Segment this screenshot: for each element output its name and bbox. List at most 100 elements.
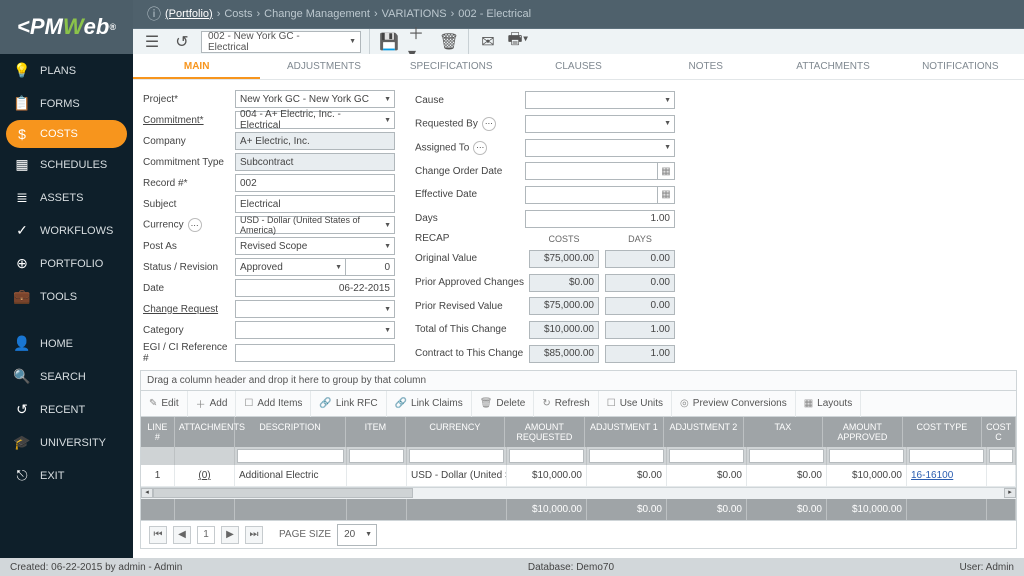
cell-ct[interactable]: 16-16100: [907, 465, 987, 486]
filter-adj2[interactable]: [669, 449, 744, 463]
filter-desc[interactable]: [237, 449, 344, 463]
project-select[interactable]: New York GC - New York GC: [235, 90, 395, 108]
print-icon[interactable]: 🖶▾: [507, 31, 529, 53]
scroll-right-icon[interactable]: ▸: [1004, 488, 1016, 498]
col-att[interactable]: ATTACHMENTS: [175, 417, 235, 447]
tab-attachments[interactable]: ATTACHMENTS: [769, 54, 896, 79]
link-rfc-button[interactable]: 🔗Link RFC: [311, 391, 386, 417]
col-tax[interactable]: TAX: [744, 417, 824, 447]
commitment-select[interactable]: 004 - A+ Electric, Inc. - Electrical: [235, 111, 395, 129]
sidebar-item-costs[interactable]: $COSTS: [6, 120, 127, 148]
delete-button[interactable]: 🗑Delete: [472, 391, 535, 417]
filter-ct[interactable]: [909, 449, 984, 463]
cause-select[interactable]: [525, 91, 675, 109]
bc-item[interactable]: Costs: [224, 8, 252, 20]
reqby-dots-icon[interactable]: ⋯: [482, 117, 496, 131]
eff-date-input[interactable]: [525, 186, 657, 204]
tab-clauses[interactable]: CLAUSES: [515, 54, 642, 79]
co-date-input[interactable]: [525, 162, 657, 180]
cr-select[interactable]: [235, 300, 395, 318]
bc-item[interactable]: Change Management: [264, 8, 370, 20]
list-icon[interactable]: ☰: [141, 31, 163, 53]
sidebar-item-forms[interactable]: 📋FORMS: [0, 87, 133, 120]
group-bar[interactable]: Drag a column header and drop it here to…: [141, 371, 1016, 391]
refresh-button[interactable]: ↻Refresh: [534, 391, 598, 417]
category-select[interactable]: [235, 321, 395, 339]
date-input[interactable]: [235, 279, 395, 297]
status-select[interactable]: Approved: [235, 258, 345, 276]
h-scrollbar[interactable]: ◂ ▸: [141, 487, 1016, 499]
currency-dots-icon[interactable]: ⋯: [188, 218, 202, 232]
link-claims-button[interactable]: 🔗Link Claims: [387, 391, 472, 417]
info-icon[interactable]: ⓘ: [143, 4, 165, 24]
tab-notifications[interactable]: NOTIFICATIONS: [897, 54, 1024, 79]
history-icon[interactable]: ↺: [171, 31, 193, 53]
assigned-dots-icon[interactable]: ⋯: [473, 141, 487, 155]
preview-button[interactable]: ◎Preview Conversions: [672, 391, 796, 417]
col-amtapp[interactable]: AMOUNT APPROVED: [823, 417, 903, 447]
tab-notes[interactable]: NOTES: [642, 54, 769, 79]
tab-adjustments[interactable]: ADJUSTMENTS: [260, 54, 387, 79]
sidebar-item-portfolio[interactable]: ⊕PORTFOLIO: [0, 247, 133, 280]
tab-specifications[interactable]: SPECIFICATIONS: [388, 54, 515, 79]
sidebar-item-plans[interactable]: 💡PLANS: [0, 54, 133, 87]
sidebar-item-university[interactable]: 🎓UNIVERSITY: [0, 426, 133, 459]
col-costc[interactable]: COST C: [982, 417, 1016, 447]
sidebar-item-search[interactable]: 🔍SEARCH: [0, 360, 133, 393]
add-items-button[interactable]: ☐Add Items: [236, 391, 311, 417]
col-line[interactable]: LINE #: [141, 417, 175, 447]
postas-select[interactable]: Revised Scope: [235, 237, 395, 255]
col-item[interactable]: ITEM: [346, 417, 406, 447]
reqby-select[interactable]: [525, 115, 675, 133]
sidebar-item-home[interactable]: 👤HOME: [0, 327, 133, 360]
mail-icon[interactable]: ✉: [477, 31, 499, 53]
sidebar-item-schedules[interactable]: ▦SCHEDULES: [0, 148, 133, 181]
sidebar-item-tools[interactable]: 💼TOOLS: [0, 280, 133, 313]
days-input[interactable]: [525, 210, 675, 228]
col-desc[interactable]: DESCRIPTION: [235, 417, 346, 447]
col-adj1[interactable]: ADJUSTMENT 1: [585, 417, 665, 447]
scroll-thumb[interactable]: [153, 488, 413, 498]
filter-amtapp[interactable]: [829, 449, 904, 463]
cell-att[interactable]: (0): [175, 465, 235, 486]
first-page-button[interactable]: ⏮: [149, 526, 167, 544]
last-page-button[interactable]: ⏭: [245, 526, 263, 544]
scroll-left-icon[interactable]: ◂: [141, 488, 153, 498]
calendar-icon[interactable]: ▦: [657, 186, 675, 204]
revision-input[interactable]: [345, 258, 395, 276]
filter-cur[interactable]: [409, 449, 504, 463]
filter-tax[interactable]: [749, 449, 824, 463]
use-units-check[interactable]: ☐Use Units: [599, 391, 672, 417]
filter-adj1[interactable]: [589, 449, 664, 463]
col-amtreq[interactable]: AMOUNT REQUESTED: [505, 417, 585, 447]
sidebar-item-assets[interactable]: ≣ASSETS: [0, 181, 133, 214]
filter-amtreq[interactable]: [509, 449, 584, 463]
edit-button[interactable]: ✎Edit: [141, 391, 188, 417]
col-cur[interactable]: CURRENCY: [406, 417, 505, 447]
current-page[interactable]: 1: [197, 526, 215, 544]
delete-icon[interactable]: 🗑: [438, 31, 460, 53]
subject-input[interactable]: [235, 195, 395, 213]
record-input[interactable]: [235, 174, 395, 192]
layouts-button[interactable]: ▦Layouts: [796, 391, 861, 417]
save-icon[interactable]: 💾: [378, 31, 400, 53]
filter-item[interactable]: [349, 449, 404, 463]
egi-input[interactable]: [235, 344, 395, 362]
calendar-icon[interactable]: ▦: [657, 162, 675, 180]
sidebar-item-exit[interactable]: ⎋EXIT: [0, 459, 133, 492]
filter-cc[interactable]: [989, 449, 1013, 463]
add-button[interactable]: ＋Add: [188, 391, 237, 417]
breadcrumb-link[interactable]: (Portfolio): [165, 8, 213, 20]
sidebar-item-workflows[interactable]: ✓WORKFLOWS: [0, 214, 133, 247]
table-row[interactable]: 1 (0) Additional Electric USD - Dollar (…: [141, 465, 1016, 487]
bc-item[interactable]: VARIATIONS: [382, 8, 447, 20]
tab-main[interactable]: MAIN: [133, 54, 260, 79]
sidebar-item-recent[interactable]: ↺RECENT: [0, 393, 133, 426]
page-size-select[interactable]: 20: [337, 524, 377, 546]
currency-select[interactable]: USD - Dollar (United States of America): [235, 216, 395, 234]
prev-page-button[interactable]: ◀: [173, 526, 191, 544]
add-icon[interactable]: ＋▾: [408, 31, 430, 53]
col-costtype[interactable]: COST TYPE: [903, 417, 983, 447]
next-page-button[interactable]: ▶: [221, 526, 239, 544]
record-selector[interactable]: 002 - New York GC - Electrical: [201, 31, 361, 53]
